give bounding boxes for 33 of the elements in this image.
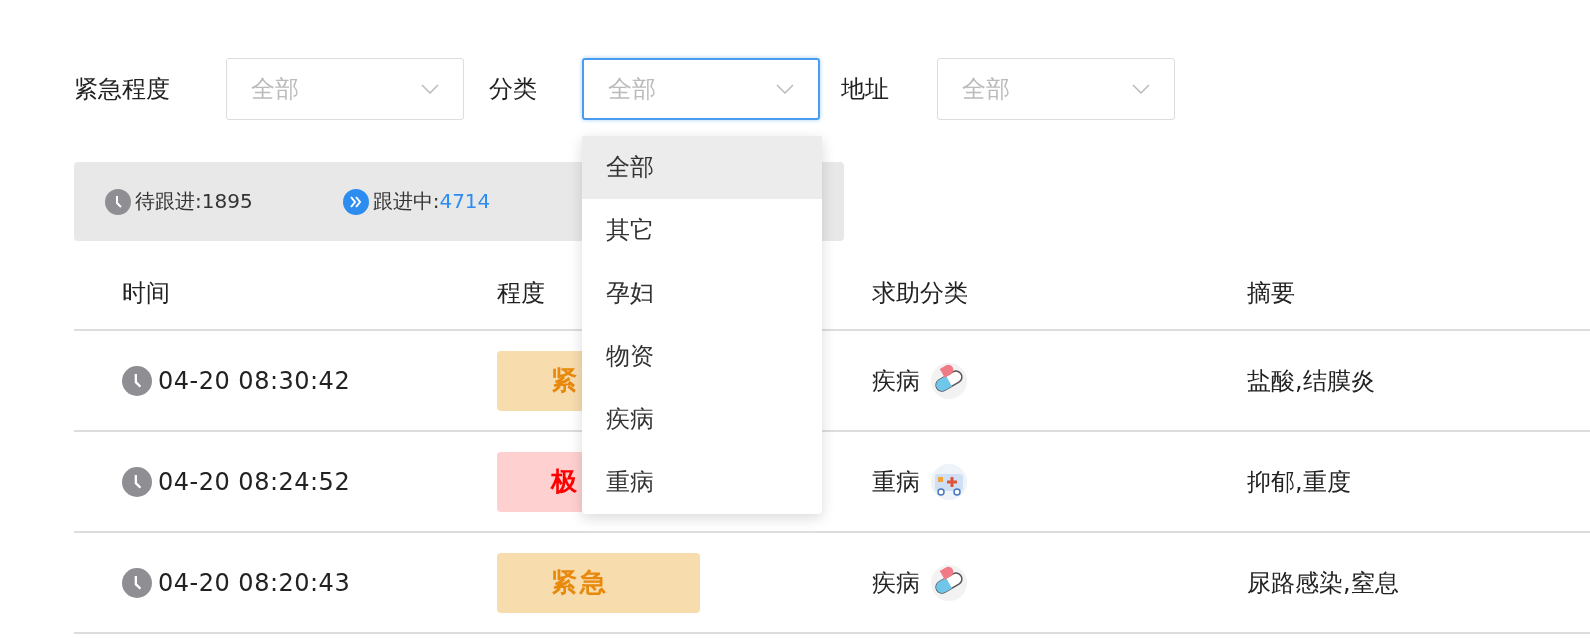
time-cell: 04-20 08:24:52 [158, 467, 351, 496]
filter-label: 分类 [489, 75, 537, 103]
column-header: 程度 [497, 278, 545, 309]
filter-label: 地址 [841, 75, 889, 103]
level-badge: 紧急 [497, 552, 700, 613]
summary-cell-text: 尿路感染,窒息 [1247, 567, 1399, 599]
column-header: 摘要 [1247, 278, 1295, 309]
summary-cell-text: 盐酸,结膜炎 [1247, 365, 1375, 397]
double-chevron-icon [342, 188, 369, 215]
category-cell-text: 重病 [872, 466, 920, 498]
time-cell: 04-20 08:30:42 [158, 366, 351, 395]
pill-icon [930, 361, 968, 400]
dropdown-option[interactable]: 其它 [582, 199, 822, 262]
chevron-down-icon [421, 84, 439, 94]
column-header: 时间 [122, 278, 170, 309]
clock-icon [105, 188, 131, 215]
clock-icon [122, 567, 152, 598]
category-cell-text: 疾病 [872, 365, 920, 397]
chevron-down-icon [776, 84, 794, 94]
time-cell: 04-20 08:20:43 [158, 568, 351, 597]
pill-icon [930, 563, 968, 602]
column-header: 求助分类 [872, 278, 968, 309]
dropdown-option[interactable]: 全部 [582, 136, 822, 199]
summary-cell-text: 抑郁,重度 [1247, 466, 1351, 498]
category-cell-text: 疾病 [872, 567, 920, 599]
status-count: 跟进中:4714 [372, 188, 491, 215]
dropdown-option[interactable]: 孕妇 [582, 262, 822, 325]
clock-icon [122, 466, 152, 497]
filter-label: 紧急程度 [74, 75, 170, 103]
chevron-down-icon [1132, 84, 1150, 94]
ambulance-icon [930, 462, 968, 501]
clock-icon [122, 365, 152, 396]
status-count: 待跟进:1895 [135, 188, 253, 215]
